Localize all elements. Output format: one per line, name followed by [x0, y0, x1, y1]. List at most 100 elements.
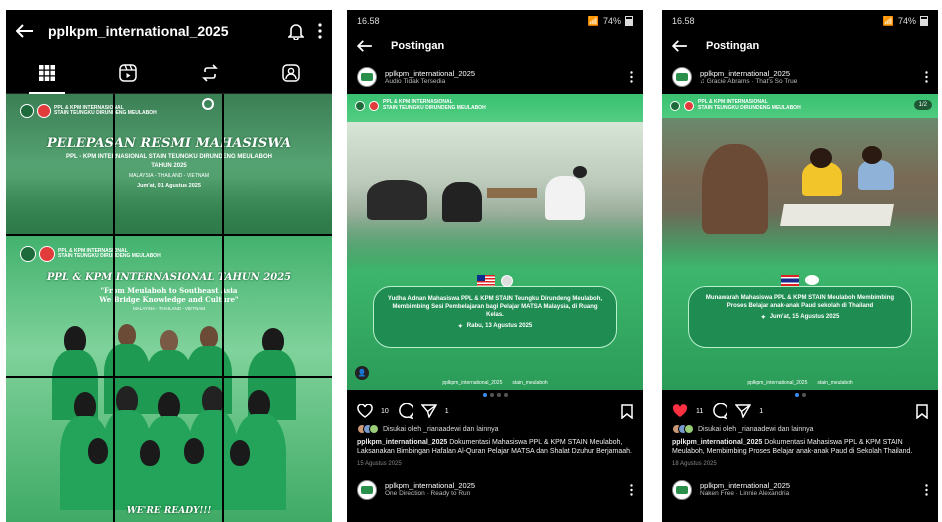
tile2-quote-1: "From Meulaboh to Southeast Asia: [100, 286, 238, 295]
post-media[interactable]: PPL & KPM INTERNASIONAL STAIN TEUNGKU DIR…: [662, 94, 938, 390]
post-caption: pplkpm_international_2025 Dokumentasi Ma…: [662, 436, 938, 459]
next-post-audio: One Direction · Ready to Run: [385, 490, 471, 498]
caption-username[interactable]: pplkpm_international_2025: [672, 439, 762, 446]
post-username[interactable]: pplkpm_international_2025: [385, 69, 622, 78]
battery-level: 74%: [897, 16, 916, 26]
post-detail-screen-2: 16.58 📶 74% Postingan pplkpm_internation…: [662, 10, 938, 522]
calendar-icon: ✦: [760, 315, 766, 322]
tag-1[interactable]: pplkpm_international_2025: [442, 380, 502, 386]
bell-icon[interactable]: [288, 22, 304, 40]
avatar[interactable]: [357, 67, 377, 87]
status-bar: 16.58 📶 74%: [347, 10, 643, 32]
battery-icon: [920, 16, 928, 26]
share-count: 1: [444, 407, 449, 415]
back-arrow-icon[interactable]: [672, 40, 688, 52]
university-logo-icon: [369, 100, 379, 111]
banner-text-2: STAIN TEUNGKU DIRUNDENG MEULABOH: [698, 104, 801, 111]
university-logo-icon: [37, 104, 51, 118]
avatar[interactable]: [672, 479, 692, 500]
logo-row: PPL & KPM INTERNASIONAL STAIN TEUNGKU DI…: [20, 246, 161, 262]
share-icon[interactable]: [420, 404, 437, 418]
next-post-username[interactable]: pplkpm_international_2025: [385, 481, 622, 490]
post-audio: ♫ Gracie Abrams · That's So True: [700, 78, 917, 86]
share-icon[interactable]: [735, 404, 752, 418]
tag-row: pplkpm_international_2025 stain_meulaboh: [662, 380, 938, 386]
top-nav: Postingan: [347, 32, 643, 60]
grid-post-pelepasan[interactable]: PPL & KPM INTERNASIONAL STAIN TEUNGKU DI…: [6, 94, 332, 234]
caption-username[interactable]: pplkpm_international_2025: [357, 439, 447, 446]
tag-2[interactable]: stain_meulaboh: [817, 380, 852, 386]
classroom-photo: [662, 118, 938, 268]
more-options-icon[interactable]: [318, 23, 322, 39]
signal-icon: 📶: [587, 15, 599, 26]
liked-by-row[interactable]: Disukai oleh _rianaadewi dan lainnya: [347, 422, 643, 436]
avatar[interactable]: [357, 479, 377, 500]
tile2-quote-2: We Bridge Knowledge and Culture": [99, 295, 239, 304]
more-options-icon[interactable]: [925, 484, 928, 496]
tag-1[interactable]: pplkpm_international_2025: [747, 380, 807, 386]
back-arrow-icon[interactable]: [16, 24, 34, 38]
school-logo-icon: [805, 275, 819, 285]
tile1-date: Jum'at, 01 Agustus 2025: [137, 183, 201, 189]
tile2-countries: MALAYSIA - THAILAND - VIETNAM: [132, 306, 206, 311]
campus-logo-icon: [355, 100, 365, 111]
back-arrow-icon[interactable]: [357, 40, 373, 52]
tile2-footer: WE'RE READY!!!: [126, 506, 212, 516]
next-post-username[interactable]: pplkpm_international_2025: [700, 481, 917, 490]
banner: PPL & KPM INTERNASIONAL STAIN TEUNGKU DIR…: [355, 99, 486, 111]
campus-logo-icon: [670, 100, 680, 111]
avatar[interactable]: [672, 67, 692, 87]
share-count: 1: [759, 407, 764, 415]
caption-card-date: Rabu, 13 Agustus 2025: [466, 323, 533, 330]
status-bar: 16.58 📶 74%: [662, 10, 938, 32]
multi-post-icon: [202, 98, 214, 110]
thailand-flag-icon: [781, 275, 799, 286]
profile-header: pplkpm_international_2025: [6, 10, 332, 52]
profile-username: pplkpm_international_2025: [48, 23, 229, 39]
bookmark-icon[interactable]: [916, 403, 928, 419]
group-photo: [36, 320, 306, 510]
post-audio-text: Gracie Abrams · That's So True: [706, 77, 798, 85]
tile1-countries: MALAYSIA - THAILAND - VIETNAM: [128, 173, 210, 179]
comment-icon[interactable]: [711, 403, 728, 419]
heart-icon[interactable]: [357, 404, 373, 418]
grid-post-were-ready[interactable]: PPL & KPM INTERNASIONAL STAIN TEUNGKU DI…: [6, 236, 332, 522]
bookmark-icon[interactable]: [621, 403, 633, 419]
post-detail-screen-1: 16.58 📶 74% Postingan pplkpm_internation…: [347, 10, 643, 522]
tab-reels[interactable]: [98, 52, 158, 94]
grid-divider: [113, 94, 115, 522]
status-time: 16.58: [357, 16, 380, 26]
next-post-audio: Naken Free · Linnie Alexandria: [700, 490, 790, 498]
tag-row: pplkpm_international_2025 stain_meulaboh: [347, 380, 643, 386]
post-audio: Audio Tidak Tersedia: [385, 77, 446, 85]
logo-text-2: STAIN TEUNGKU DIRUNDENG MEULABOH: [54, 110, 157, 116]
heart-filled-icon[interactable]: [672, 404, 688, 418]
banner: PPL & KPM INTERNASIONAL STAIN TEUNGKU DIR…: [670, 99, 801, 111]
malaysia-flag-icon: [477, 275, 495, 286]
carousel-dots: [662, 390, 938, 400]
tag-2[interactable]: stain_meulaboh: [512, 380, 547, 386]
caption-card: Munawarah Mahasiswa PPL & KPM STAIN Meul…: [688, 275, 912, 348]
music-note-icon: ♫: [700, 77, 707, 85]
campus-logo-icon: [20, 104, 34, 118]
tab-reposts[interactable]: [180, 52, 240, 94]
comment-icon[interactable]: [397, 403, 413, 419]
post-media[interactable]: PPL & KPM INTERNASIONAL STAIN TEUNGKU DIR…: [347, 94, 643, 390]
tile1-headline: PELEPASAN RESMI MAHASISWA: [46, 136, 292, 151]
liked-by-text: Disukai oleh _rianaadewi dan lainnya: [698, 425, 814, 433]
tab-grid[interactable]: [17, 52, 77, 94]
tab-tagged[interactable]: [261, 52, 321, 94]
battery-icon: [625, 16, 633, 26]
post-username[interactable]: pplkpm_international_2025: [700, 69, 917, 78]
more-options-icon[interactable]: [630, 71, 633, 83]
status-time: 16.58: [672, 16, 695, 26]
tile2-headline: PPL & KPM INTERNASIONAL TAHUN 2025: [46, 272, 292, 283]
grid-icon: [38, 64, 55, 81]
tagged-users-icon[interactable]: 👤: [355, 366, 369, 380]
logo-text-2: STAIN TEUNGKU DIRUNDENG MEULABOH: [58, 253, 161, 259]
more-options-icon[interactable]: [630, 484, 633, 496]
profile-tabs: [6, 52, 332, 94]
university-logo-icon: [684, 100, 694, 111]
liked-by-row[interactable]: Disukai oleh _rianaadewi dan lainnya: [662, 422, 938, 436]
more-options-icon[interactable]: [925, 71, 928, 83]
